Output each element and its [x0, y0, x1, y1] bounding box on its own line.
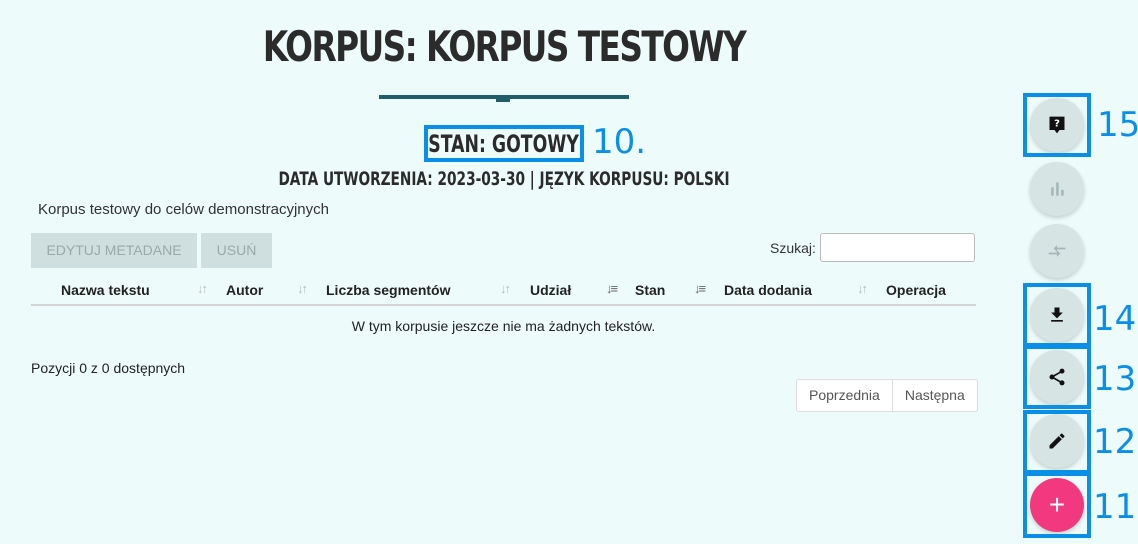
column-header-status[interactable]: Stan: [635, 282, 665, 298]
compare-button[interactable]: [1030, 224, 1084, 278]
annotation-13: 13: [1093, 359, 1137, 399]
page-title: KORPUS: KORPUS TESTOWY: [262, 22, 747, 71]
annotation-10: 10.: [592, 122, 647, 162]
sort-icon[interactable]: ↓↑: [857, 281, 868, 296]
column-header-operations[interactable]: Operacja: [886, 282, 946, 298]
annotation-11: 11: [1093, 487, 1137, 527]
pagination: Poprzednia Następna: [796, 379, 978, 412]
column-header-author[interactable]: Autor: [226, 282, 263, 298]
sort-icon[interactable]: ↓↑: [197, 281, 208, 296]
highlight-box-14: [1023, 283, 1091, 347]
highlight-box-15: [1023, 93, 1091, 157]
corpus-description: Korpus testowy do celów demonstracyjnych: [38, 201, 329, 218]
delete-button[interactable]: USUŃ: [201, 233, 272, 268]
table-info: Pozycji 0 z 0 dostępnych: [31, 360, 186, 376]
edit-metadata-button[interactable]: EDYTUJ METADANE: [31, 233, 197, 268]
search-label: Szukaj:: [770, 240, 816, 256]
column-header-date-added[interactable]: Data dodania: [724, 282, 812, 298]
sort-asc-icon[interactable]: ↓≡: [694, 281, 706, 296]
sort-icon[interactable]: ↓↑: [297, 281, 308, 296]
column-header-name[interactable]: Nazwa tekstu: [61, 282, 150, 298]
statistics-button[interactable]: [1030, 162, 1084, 216]
previous-page-button[interactable]: Poprzednia: [797, 380, 892, 411]
corpus-status: STAN: GOTOWY: [428, 129, 580, 158]
sort-icon[interactable]: ↓↑: [500, 281, 511, 296]
search-input[interactable]: [820, 233, 975, 262]
annotation-14: 14: [1093, 299, 1137, 339]
table-header: Nazwa tekstu ↓↑ Autor ↓↑ Liczba segmentó…: [31, 278, 976, 306]
next-page-button[interactable]: Następna: [891, 380, 977, 411]
empty-table-message: W tym korpusie jeszcze nie ma żadnych te…: [351, 318, 656, 334]
sort-desc-icon[interactable]: ↓≡: [606, 281, 618, 296]
annotation-12: 12: [1093, 422, 1137, 462]
bar-chart-icon: [1051, 182, 1064, 196]
compare-arrows-icon: [1048, 245, 1066, 257]
title-underline-notch: [496, 99, 510, 102]
highlight-box-13: [1023, 345, 1091, 409]
column-header-share[interactable]: Udział: [530, 282, 571, 298]
highlight-box-11: [1023, 472, 1091, 538]
highlight-box-12: [1023, 410, 1091, 474]
corpus-meta: DATA UTWORZENIA: 2023-03-30 | JĘZYK KORP…: [278, 168, 730, 190]
column-header-segments[interactable]: Liczba segmentów: [326, 282, 450, 298]
status-highlight: STAN: GOTOWY: [424, 125, 584, 162]
annotation-15: 15: [1097, 105, 1138, 145]
